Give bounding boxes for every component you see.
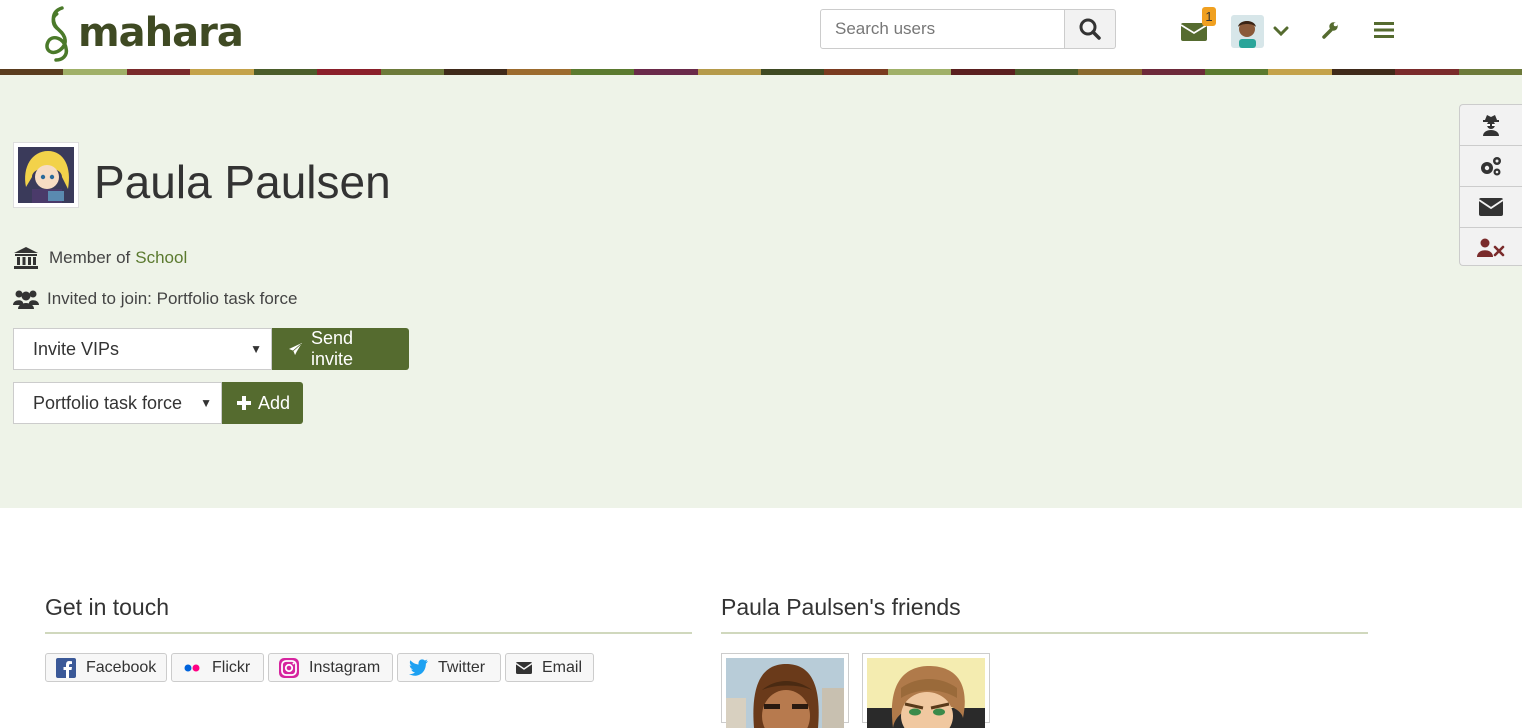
user-menu-toggle[interactable] (1272, 22, 1290, 40)
member-of-label: Member of (49, 248, 131, 267)
group-icon (13, 290, 39, 309)
friend-card[interactable] (721, 653, 849, 728)
friend-card[interactable] (862, 653, 990, 728)
cogs-icon (1481, 157, 1501, 176)
site-logo[interactable]: mahara (42, 4, 244, 62)
main-menu-button[interactable] (1372, 19, 1396, 41)
logo-text: mahara (78, 10, 244, 56)
section-divider (721, 632, 1368, 634)
remove-user-button[interactable] (1460, 228, 1522, 268)
facebook-icon (56, 657, 76, 678)
remove-user-icon (1477, 238, 1505, 257)
add-label: Add (258, 392, 291, 413)
institution-link[interactable]: School (135, 248, 187, 268)
plus-icon (237, 396, 251, 410)
twitter-icon (408, 659, 428, 676)
avatar (1231, 15, 1264, 48)
masquerade-icon (1483, 115, 1499, 136)
instagram-icon (279, 657, 299, 678)
chevron-down-icon (1273, 26, 1289, 37)
profile-avatar (13, 142, 79, 208)
invited-row: Invited to join: Portfolio task force (13, 288, 297, 310)
invite-select-value: Invite VIPs (33, 339, 120, 359)
membership-row: Member of School (13, 246, 187, 270)
twitter-label: Twitter (438, 658, 486, 676)
friends-title: Paula Paulsen's friends (721, 594, 961, 620)
user-actions-sidebar (1459, 104, 1522, 266)
invite-group-select[interactable]: Invite VIPs ▼ (13, 328, 272, 370)
top-navbar: mahara 1 (0, 0, 1522, 69)
search-button[interactable] (1065, 9, 1116, 49)
group-select-value: Portfolio task force (33, 393, 183, 413)
send-message-button[interactable] (1460, 187, 1522, 228)
flickr-link[interactable]: Flickr (171, 653, 264, 682)
institution-icon (14, 247, 38, 269)
hamburger-icon (1374, 22, 1394, 38)
instagram-link[interactable]: Instagram (268, 653, 393, 682)
mahara-logo-icon (45, 6, 69, 62)
invited-text: Invited to join: Portfolio task force (47, 289, 298, 308)
paper-plane-icon (287, 341, 304, 357)
user-search (820, 9, 1116, 51)
search-input[interactable] (820, 9, 1065, 49)
envelope-icon (516, 661, 532, 674)
send-invite-label: Send invite (311, 328, 354, 369)
flickr-label: Flickr (212, 658, 251, 676)
add-to-group-button[interactable]: Add (222, 382, 303, 424)
twitter-link[interactable]: Twitter (397, 653, 501, 682)
send-message-icon (1479, 198, 1503, 216)
email-label: Email (542, 658, 583, 676)
instagram-label: Instagram (309, 658, 381, 676)
profile-name: Paula Paulsen (94, 156, 391, 208)
wrench-icon (1322, 22, 1338, 39)
get-in-touch-title: Get in touch (45, 594, 170, 620)
masquerade-button[interactable] (1460, 105, 1522, 146)
admin-button[interactable] (1320, 20, 1340, 40)
facebook-link[interactable]: Facebook (45, 653, 167, 682)
select-caret-icon: ▼ (200, 396, 212, 410)
search-icon (1079, 18, 1101, 40)
facebook-label: Facebook (86, 658, 157, 676)
flickr-icon (182, 662, 202, 674)
select-caret-icon: ▼ (250, 342, 262, 356)
settings-button[interactable] (1460, 146, 1522, 187)
add-to-group-select[interactable]: Portfolio task force ▼ (13, 382, 222, 424)
section-divider (45, 632, 692, 634)
send-invite-button[interactable]: Send invite (272, 328, 409, 370)
email-link[interactable]: Email (505, 653, 594, 682)
inbox-count-badge: 1 (1202, 7, 1216, 26)
user-avatar-menu[interactable] (1231, 15, 1264, 48)
avatar-image (18, 147, 74, 203)
